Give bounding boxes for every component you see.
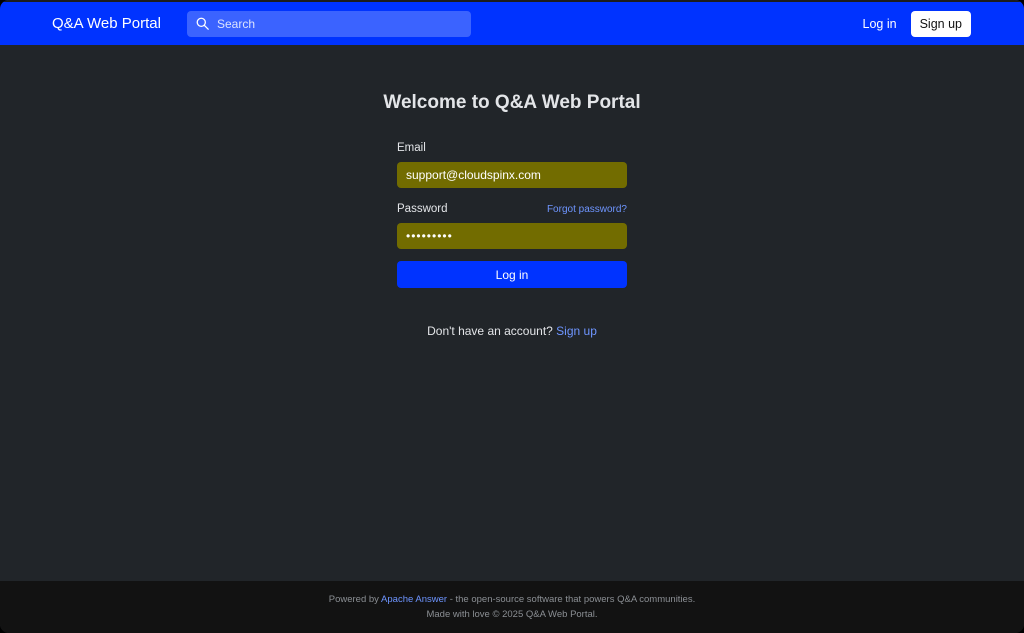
password-label-row: Password Forgot password?	[397, 203, 627, 215]
password-field[interactable]: •••••••••	[397, 223, 627, 249]
search-box[interactable]	[187, 10, 471, 37]
no-account-text: Don't have an account?	[427, 324, 553, 338]
brand-logo-text[interactable]: Q&A Web Portal	[52, 15, 187, 32]
login-button[interactable]: Log in	[397, 261, 627, 288]
page-footer: Powered by Apache Answer - the open-sour…	[0, 581, 1024, 633]
login-main: Welcome to Q&A Web Portal Email support@…	[0, 45, 1024, 581]
powered-suffix: - the open-source software that powers Q…	[449, 594, 696, 605]
signup-prompt: Don't have an account? Sign up	[427, 324, 597, 338]
apache-answer-link[interactable]: Apache Answer	[381, 594, 447, 605]
page-title: Welcome to Q&A Web Portal	[383, 92, 641, 113]
nav-signup-button[interactable]: Sign up	[910, 10, 971, 37]
nav-login-link[interactable]: Log in	[863, 17, 897, 31]
password-label: Password	[397, 203, 448, 215]
copyright-line: Made with love © 2025 Q&A Web Portal.	[426, 609, 598, 620]
powered-prefix: Powered by	[328, 594, 379, 605]
email-label: Email	[397, 142, 426, 154]
nav-actions: Log in Sign up	[863, 10, 971, 37]
browser-window: Q&A Web Portal Log in Sign up Welcome to…	[0, 0, 1024, 633]
search-input[interactable]	[217, 16, 457, 31]
top-navbar: Q&A Web Portal Log in Sign up	[0, 0, 1024, 45]
email-label-row: Email	[397, 142, 627, 154]
powered-by-line: Powered by Apache Answer - the open-sour…	[329, 592, 695, 607]
search-icon	[196, 17, 209, 30]
forgot-password-link[interactable]: Forgot password?	[547, 204, 627, 215]
email-field[interactable]: support@cloudspinx.com	[397, 162, 627, 188]
signup-link[interactable]: Sign up	[556, 324, 597, 338]
login-form: Email support@cloudspinx.com Password Fo…	[397, 142, 627, 288]
